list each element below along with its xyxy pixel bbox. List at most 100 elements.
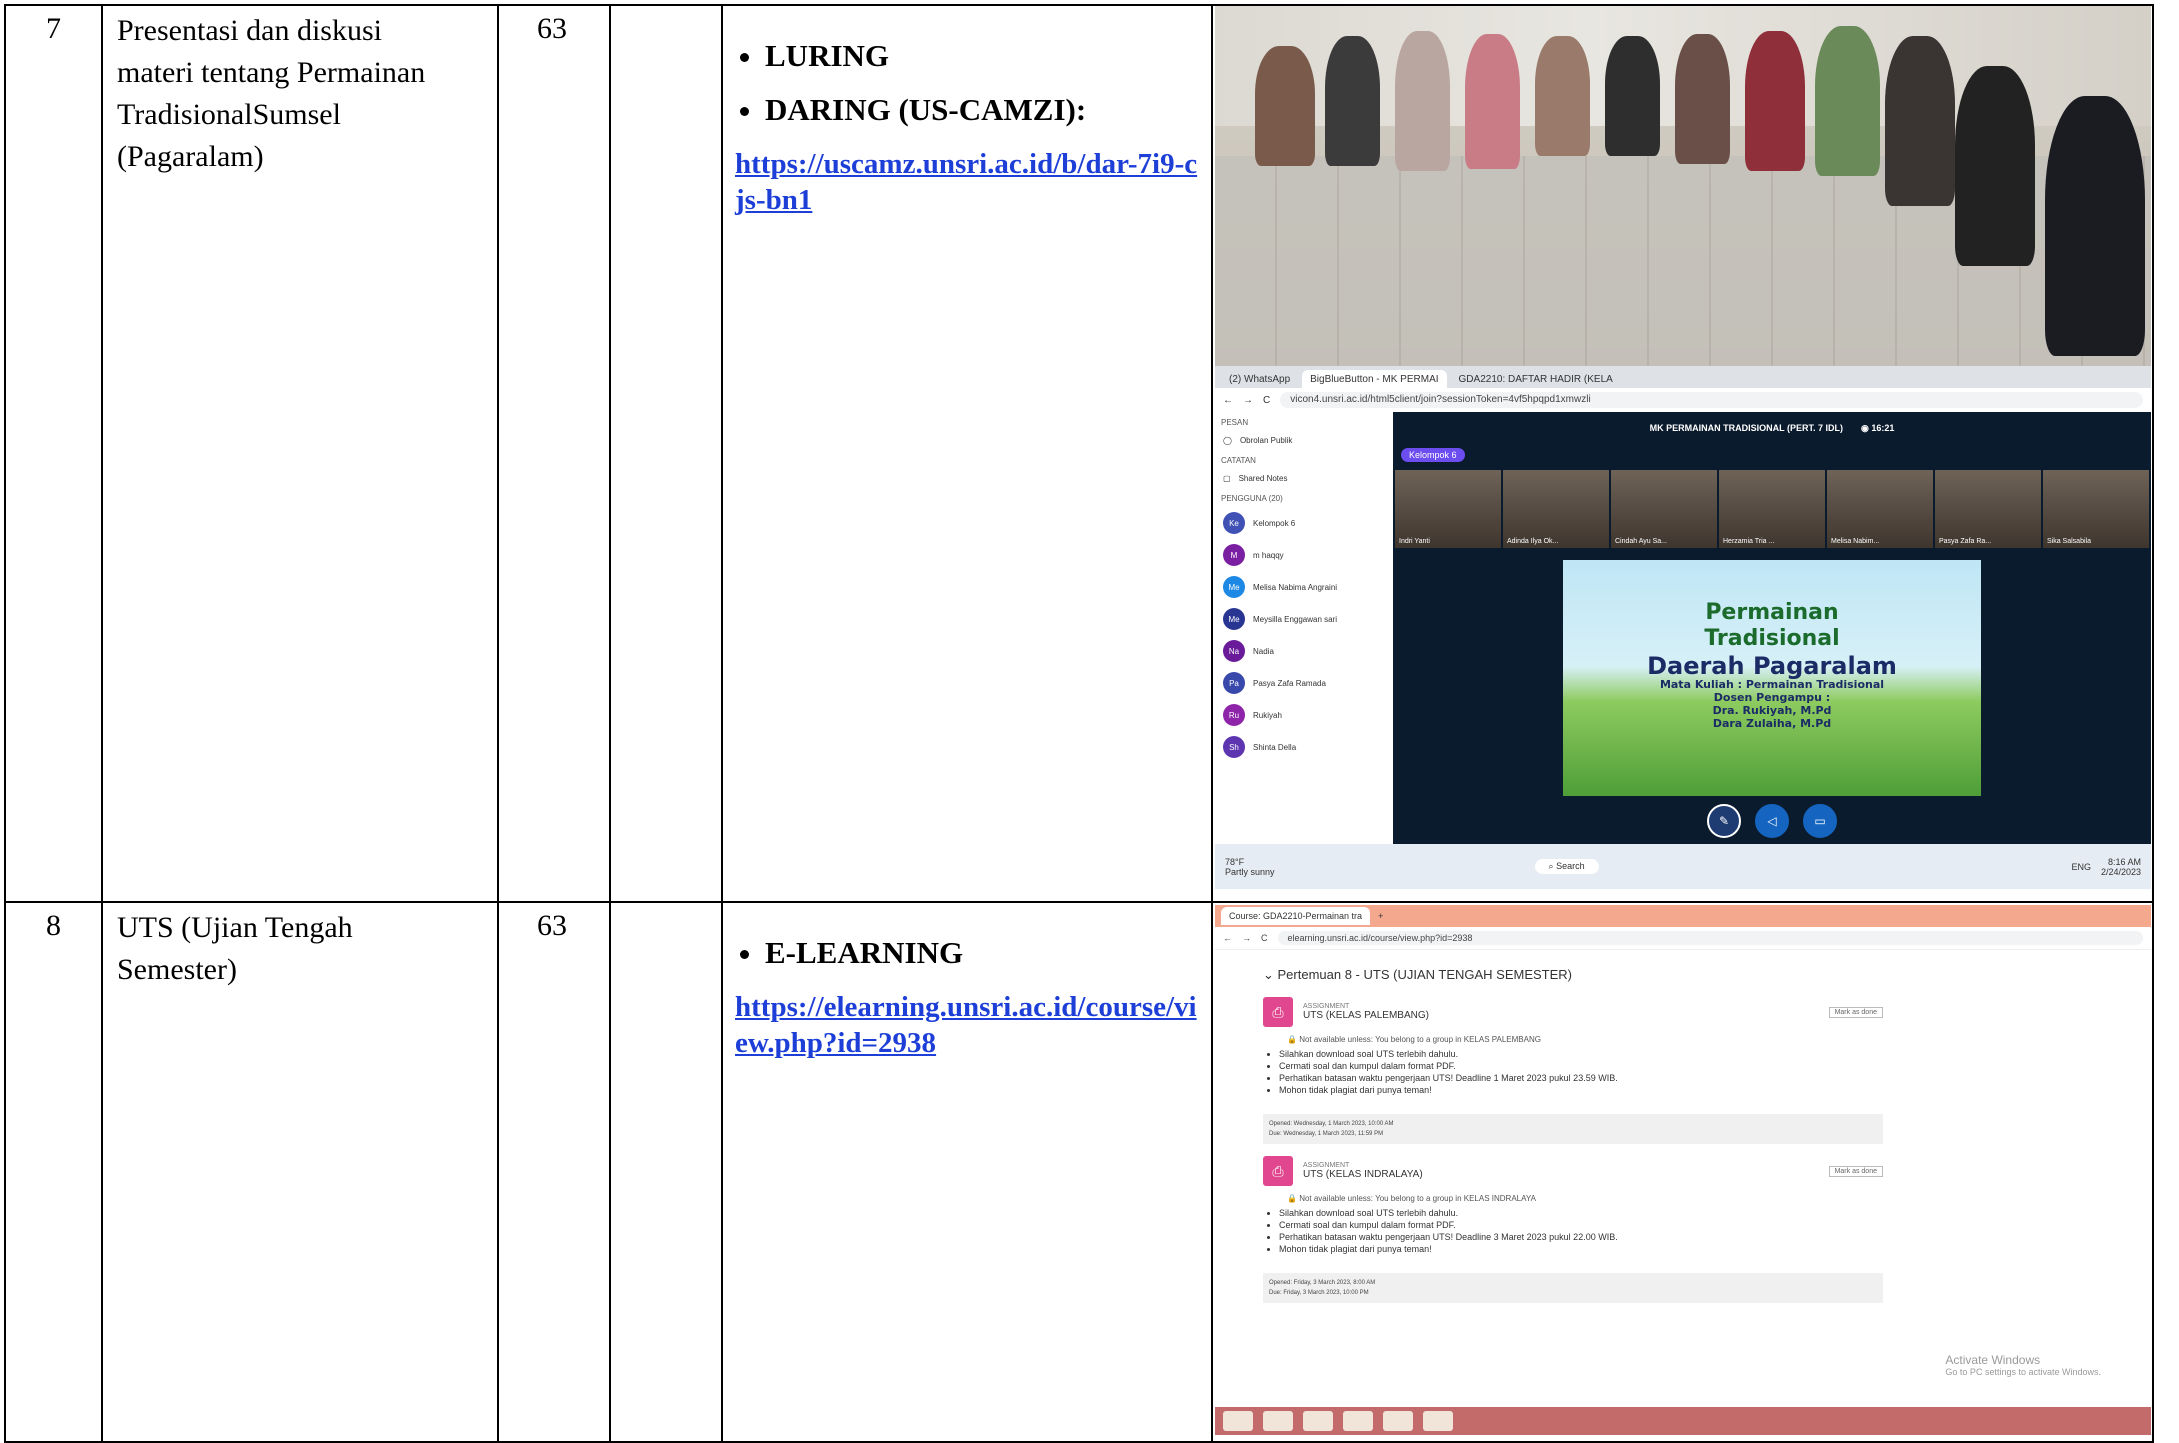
avatar: Pa — [1223, 672, 1245, 694]
taskbar-icon[interactable] — [1223, 1411, 1253, 1431]
class-photo — [1215, 7, 2151, 366]
forward-icon[interactable]: → — [1243, 395, 1253, 406]
webcam-tile[interactable]: Melisa Nabim... — [1827, 470, 1933, 548]
section-header: PENGGUNA (20) — [1221, 494, 1283, 503]
meeting-title-bar: MK PERMAINAN TRADISIONAL (PERT. 7 IDL) ◉… — [1393, 412, 2151, 444]
camera-icon[interactable]: ▭ — [1803, 804, 1837, 838]
record-time: ◉ 16:21 — [1860, 422, 1895, 433]
taskbar-icon[interactable] — [1303, 1411, 1333, 1431]
avatar: M — [1223, 544, 1245, 566]
user-list-item[interactable]: Na Nadia — [1215, 635, 1393, 667]
public-chat-item[interactable]: ◯ Obrolan Publik — [1215, 431, 1393, 450]
reload-icon[interactable]: C — [1263, 395, 1270, 406]
topic-line: TradisionalSumsel — [117, 98, 341, 131]
url-field[interactable]: elearning.unsri.ac.id/course/view.php?id… — [1277, 931, 2143, 945]
user-name: Shinta Della — [1253, 742, 1297, 752]
webcam-tile[interactable]: Herzamia Tria ... — [1719, 470, 1825, 548]
windows-taskbar — [1215, 1407, 2151, 1435]
reload-icon[interactable]: C — [1261, 933, 1268, 943]
bbb-screenshot: (2) WhatsApp BigBlueButton - MK PERMAI G… — [1215, 366, 2151, 889]
url-field[interactable]: vicon4.unsri.ac.id/html5client/join?sess… — [1280, 392, 2143, 408]
mic-icon[interactable]: ✎ — [1707, 804, 1741, 838]
slide-sub: Dra. Rukiyah, M.Pd — [1712, 704, 1832, 717]
back-icon[interactable]: ← — [1223, 933, 1232, 943]
audio-icon[interactable]: ◁ — [1755, 804, 1789, 838]
tab-bigbluebutton[interactable]: BigBlueButton - MK PERMAI — [1302, 370, 1447, 388]
webcam-strip: Indri Yanti Adinda Ilya Ok... Cindah Ayu S… — [1395, 470, 2149, 548]
user-name: Melisa Nabima Angraini — [1253, 582, 1338, 592]
elearning-screenshot: Course: GDA2210-Permainan tra + ← → C el… — [1215, 905, 2151, 1435]
method-item: LURING — [765, 38, 1201, 74]
user-name: Kelompok 6 — [1253, 518, 1296, 528]
slide-sub: Mata Kuliah : Permainan Tradisional — [1659, 678, 1885, 691]
presentation-slide: Permainan Tradisional Daerah Pagaralam M… — [1563, 560, 1981, 796]
topic-line: materi tentang Permainan — [117, 56, 426, 89]
slide-title: Daerah Pagaralam — [1647, 652, 1897, 680]
restriction-note: 🔒 Not available unless: You belong to a … — [1287, 1194, 1536, 1203]
topic-cell: Presentasi dan diskusi materi tentang Pe… — [101, 4, 499, 903]
taskbar-search[interactable]: ⌕ Search — [1534, 859, 1599, 874]
tab-course[interactable]: Course: GDA2210-Permainan tra — [1221, 907, 1371, 925]
webcam-tile[interactable]: Indri Yanti — [1395, 470, 1501, 548]
row-number: 7 — [4, 4, 103, 903]
assignment-item[interactable]: ⎙ ASSIGNMENT UTS (KELAS INDRALAYA) Mark a… — [1263, 1156, 1883, 1186]
webcam-tile[interactable]: Adinda Ilya Ok... — [1503, 470, 1609, 548]
bbb-sidebar: PESAN ◯ Obrolan Publik CATATAN ▢ Shared No… — [1215, 412, 1393, 844]
meeting-link[interactable]: https://uscamz.unsri.ac.id/b/dar-7i9-cjs… — [735, 146, 1201, 218]
webcam-tile[interactable]: Cindah Ayu Sa... — [1611, 470, 1717, 548]
slide-title: Permainan — [1705, 600, 1839, 625]
clock[interactable]: 8:16 AM 2/24/2023 — [2101, 857, 2141, 877]
section-header: CATATAN — [1221, 456, 1256, 465]
weather-widget[interactable]: 78°F Partly sunny — [1225, 857, 1275, 877]
section-title[interactable]: ⌄ Pertemuan 8 - UTS (UJIAN TENGAH SEMEST… — [1263, 967, 1883, 983]
webcam-name: Pasya Zafa Ra... — [1939, 538, 1992, 545]
assignment-item[interactable]: ⎙ ASSIGNMENT UTS (KELAS PALEMBANG) Mark a… — [1263, 997, 1883, 1027]
address-bar: ← → C vicon4.unsri.ac.id/html5client/joi… — [1215, 388, 2151, 413]
taskbar-icon[interactable] — [1423, 1411, 1453, 1431]
assignment-dates: Opened: Wednesday, 1 March 2023, 10:00 A… — [1263, 1114, 1883, 1144]
method-list: E-LEARNING — [735, 935, 1201, 971]
mark-done-button[interactable]: Mark as done — [1828, 1165, 1883, 1177]
webcam-tile[interactable]: Pasya Zafa Ra... — [1935, 470, 2041, 548]
table-row: 7 Presentasi dan diskusi materi tentang … — [4, 4, 2154, 903]
user-list-item[interactable]: Me Meysilla Enggawan sari — [1215, 603, 1393, 635]
taskbar-icon[interactable] — [1343, 1411, 1373, 1431]
media-controls: ✎ ◁ ▭ — [1393, 804, 2151, 838]
user-list-item[interactable]: Me Melisa Nabima Angraini — [1215, 571, 1393, 603]
language-indicator[interactable]: ENG — [2071, 862, 2091, 872]
elearning-link[interactable]: https://elearning.unsri.ac.id/course/vie… — [735, 989, 1201, 1061]
new-tab-icon[interactable]: + — [1378, 911, 1383, 921]
evidence-cell: (2) WhatsApp BigBlueButton - MK PERMAI G… — [1211, 4, 2154, 903]
method-item: DARING (US-CAMZI): — [765, 92, 1201, 128]
tab-daftar-hadir[interactable]: GDA2210: DAFTAR HADIR (KELA — [1451, 370, 1621, 388]
assignment-title[interactable]: UTS (KELAS PALEMBANG) — [1303, 1010, 1429, 1021]
section-header: PESAN — [1221, 418, 1249, 427]
activate-windows-watermark: Activate Windows Go to PC settings to act… — [1945, 1353, 2101, 1377]
forward-icon[interactable]: → — [1242, 933, 1251, 943]
assignment-icon: ⎙ — [1263, 997, 1293, 1027]
assignment-title[interactable]: UTS (KELAS INDRALAYA) — [1303, 1169, 1423, 1180]
mark-done-button[interactable]: Mark as done — [1828, 1006, 1883, 1018]
topic-line: UTS (Ujian Tengah — [117, 911, 353, 944]
breakout-group-badge: Kelompok 6 — [1401, 448, 1465, 462]
slide-sub: Dara Zulaiha, M.Pd — [1712, 717, 1832, 730]
back-icon[interactable]: ← — [1223, 395, 1233, 406]
tab-whatsapp[interactable]: (2) WhatsApp — [1221, 370, 1298, 388]
table-row: 8 UTS (Ujian Tengah Semester) 63 E-LEARN… — [4, 901, 2154, 1443]
empty-cell — [609, 901, 723, 1443]
webcam-name: Melisa Nabim... — [1831, 538, 1880, 545]
taskbar-icon[interactable] — [1263, 1411, 1293, 1431]
user-list-item[interactable]: Sh Shinta Della — [1215, 731, 1393, 763]
browser-tabs: Course: GDA2210-Permainan tra + — [1215, 905, 2151, 927]
user-list-item[interactable]: Pa Pasya Zafa Ramada — [1215, 667, 1393, 699]
user-list-item[interactable]: Ru Rukiyah — [1215, 699, 1393, 731]
taskbar-icon[interactable] — [1383, 1411, 1413, 1431]
webcam-tile[interactable]: Sika Salsabila — [2043, 470, 2149, 548]
course-content: ⌄ Pertemuan 8 - UTS (UJIAN TENGAH SEMEST… — [1263, 967, 1883, 1315]
shared-notes-item[interactable]: ▢ Shared Notes — [1215, 469, 1393, 488]
webcam-name: Indri Yanti — [1399, 538, 1430, 545]
user-list-item[interactable]: Mm haqqy — [1215, 539, 1393, 571]
method-item: E-LEARNING — [765, 935, 1201, 971]
student-count: 63 — [497, 901, 611, 1443]
user-list-item[interactable]: Ke Kelompok 6 — [1215, 507, 1393, 539]
